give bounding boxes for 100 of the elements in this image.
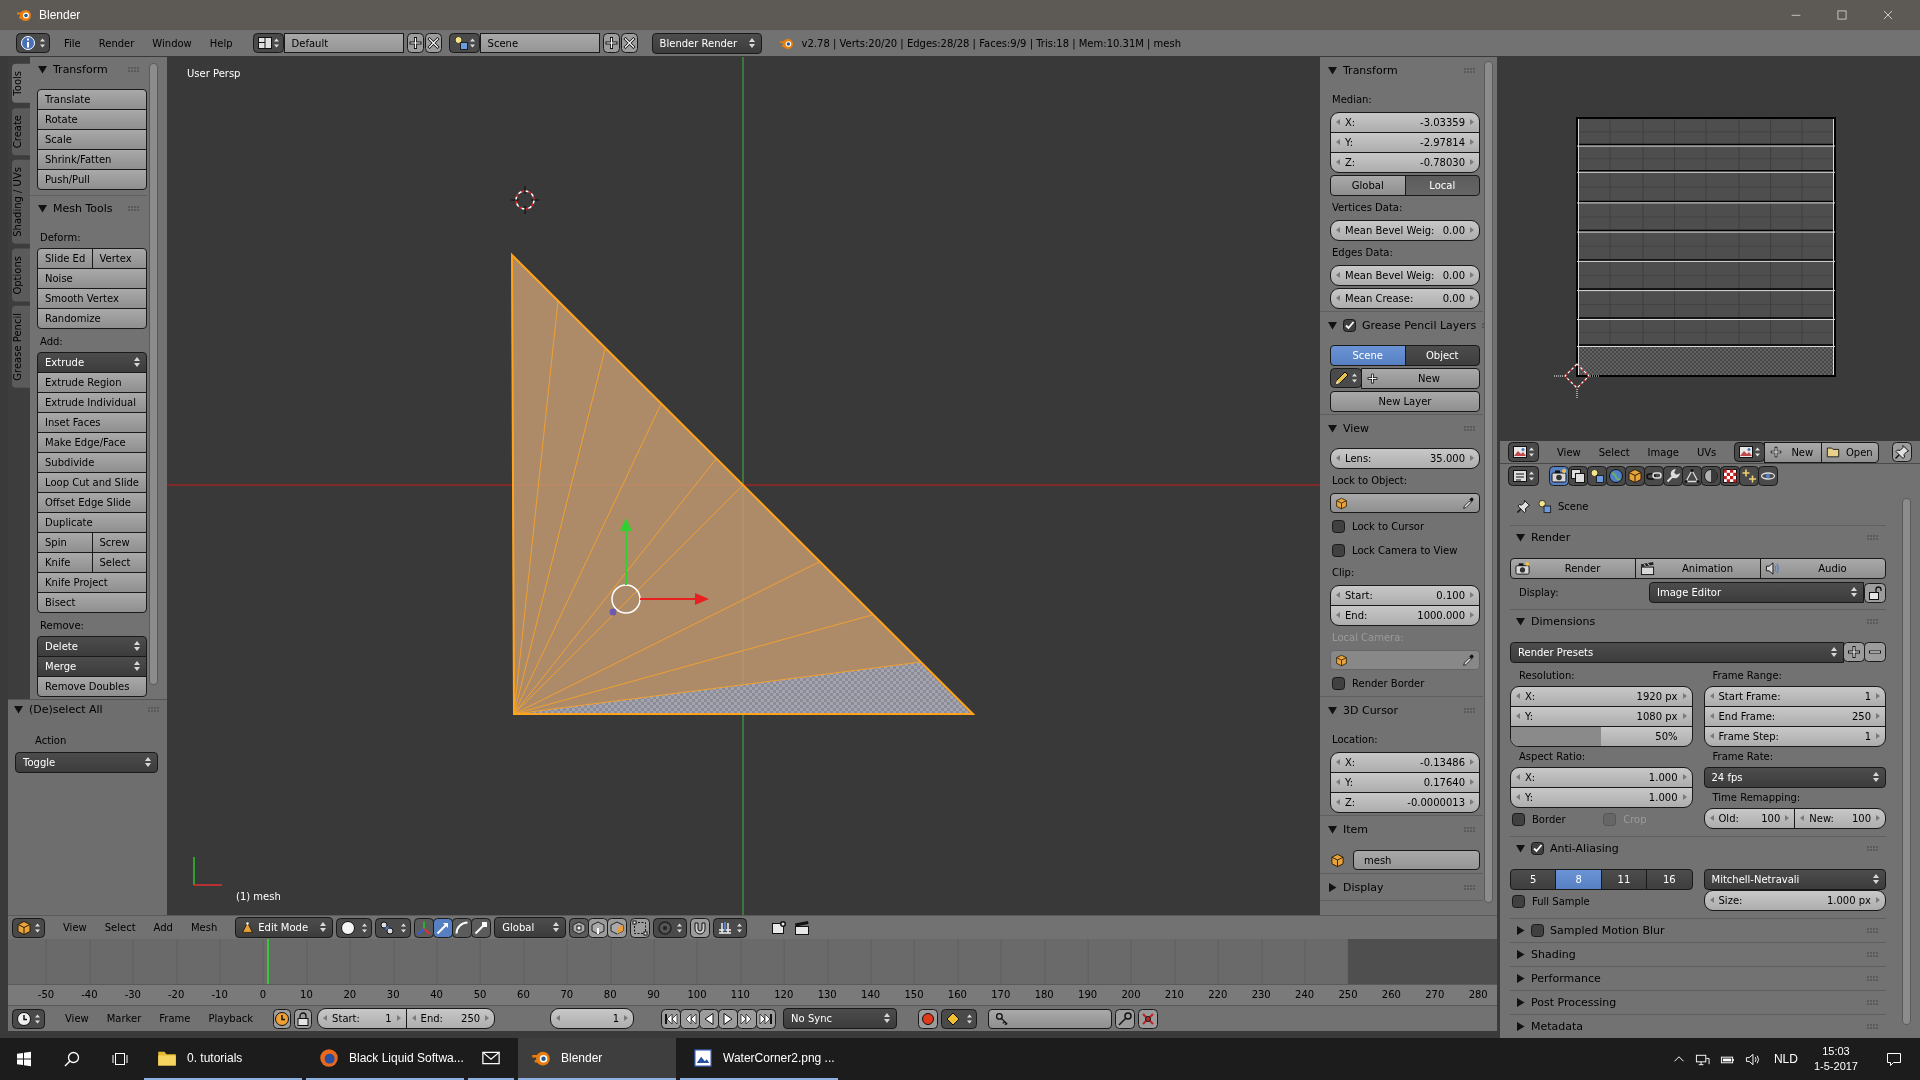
menu-item[interactable]: Window <box>143 37 201 49</box>
checkerboard-icon[interactable] <box>1720 466 1740 486</box>
disclosure-icon[interactable] <box>1516 974 1525 983</box>
editor-type-menu-icon[interactable] <box>12 1008 45 1029</box>
panel-title[interactable]: Render <box>1531 531 1571 544</box>
tool-button[interactable]: Translate <box>37 89 147 110</box>
scrollbar[interactable] <box>1902 498 1911 1025</box>
taskbar-button[interactable]: 0. tutorials <box>144 1038 302 1080</box>
tool-button[interactable]: Loop Cut and Slide <box>37 472 147 493</box>
tool-button[interactable]: Knife Project <box>37 572 147 593</box>
grid-snap-menu-icon[interactable] <box>713 917 748 938</box>
triangle-mesh-icon[interactable] <box>1682 466 1702 486</box>
pencil-menu-icon[interactable] <box>1330 368 1362 388</box>
layout-name-field[interactable]: Default <box>283 33 404 53</box>
number-field[interactable]: Frame Step: 1 <box>1703 726 1886 747</box>
clock-date[interactable]: 1-5-2017 <box>1813 1059 1858 1074</box>
disclosure-icon[interactable] <box>1516 998 1525 1007</box>
number-field[interactable]: Start Frame: 1 <box>1703 686 1886 707</box>
face-select-icon[interactable] <box>607 917 628 938</box>
disclosure-icon[interactable] <box>14 705 23 714</box>
timeline-track[interactable]: -50 -40 -30 -20 -10 0 10 20 30 40 50 60 70 80 90 100 110 120 130 140 150 160 170 180 190 200 210 220 230 240 250 260 270 280 <box>8 939 1497 1005</box>
add-icon[interactable] <box>406 33 424 53</box>
panel-title[interactable]: Grease Pencil Layers <box>1362 318 1477 332</box>
number-field[interactable]: Old: 100 <box>1703 808 1796 829</box>
number-field[interactable]: Y: 1.000 <box>1510 787 1693 808</box>
eyedropper-icon[interactable] <box>1462 496 1475 510</box>
disclosure-icon[interactable] <box>1328 705 1337 715</box>
grip-icon[interactable] <box>128 67 139 72</box>
notifications-icon[interactable] <box>1886 1051 1902 1067</box>
play-icon[interactable] <box>718 1008 739 1029</box>
disclosure-icon[interactable] <box>1328 320 1337 330</box>
magnet-icon[interactable] <box>690 917 711 938</box>
scrollbar[interactable] <box>149 63 158 685</box>
vertex-select-icon[interactable] <box>569 917 590 938</box>
keying-set-field[interactable] <box>988 1008 1113 1029</box>
jump-to-end-icon[interactable] <box>756 1008 777 1029</box>
percentage-slider[interactable]: 50% <box>1510 726 1693 747</box>
sync-dropdown[interactable]: No Sync <box>783 1008 898 1029</box>
menu-item[interactable]: Image <box>1638 446 1688 458</box>
new-layer-button[interactable]: New Layer <box>1330 391 1480 412</box>
number-field[interactable]: 1 <box>550 1008 635 1029</box>
maximize-icon[interactable] <box>1837 10 1847 20</box>
grip-icon[interactable] <box>1867 535 1878 540</box>
number-field[interactable]: X: -0.13486 <box>1330 752 1480 773</box>
grip-icon[interactable] <box>1464 826 1475 832</box>
disclosure-icon[interactable] <box>1516 844 1525 853</box>
grip-icon[interactable] <box>1464 67 1475 73</box>
number-field[interactable]: Y: 1080 px <box>1510 706 1693 727</box>
checkbox[interactable] <box>1343 318 1356 332</box>
editor-type-menu-icon[interactable] <box>1508 442 1539 462</box>
menu-item[interactable]: Mesh <box>181 922 227 933</box>
taskbar-button[interactable]: Blender <box>518 1038 676 1080</box>
toggle-button[interactable]: Local <box>1404 175 1480 196</box>
tool-button[interactable]: Extrude Region <box>37 372 147 393</box>
image-stack-icon[interactable] <box>1568 466 1588 486</box>
grip-icon[interactable] <box>1464 884 1475 890</box>
close-icon[interactable] <box>620 33 638 53</box>
audio-button[interactable]: Audio <box>1760 558 1886 579</box>
start-icon[interactable] <box>16 1051 32 1067</box>
grip-icon[interactable] <box>1867 976 1878 981</box>
scene-menu-icon[interactable] <box>448 33 480 53</box>
tool-button[interactable]: Push/Pull <box>37 169 147 190</box>
dropdown[interactable]: 24 fps <box>1703 767 1886 788</box>
sphere-menu-icon[interactable] <box>336 917 373 938</box>
radio-button[interactable]: 5 <box>1510 869 1557 890</box>
menu-item[interactable]: Add <box>144 922 182 933</box>
number-field[interactable]: Z: -0.78030 <box>1330 152 1480 173</box>
open-image-button[interactable]: Open <box>1821 441 1880 463</box>
panel-title[interactable]: Transform <box>1343 63 1398 77</box>
dropdown[interactable]: Mitchell-Netravali <box>1703 869 1886 890</box>
taskbar-button[interactable]: Black Liquid Softwa... <box>306 1038 464 1080</box>
number-field[interactable]: End Frame: 250 <box>1703 706 1886 727</box>
menu-item[interactable]: Frame <box>150 1013 200 1024</box>
clock-time[interactable]: 15:03 <box>1822 1044 1850 1059</box>
number-field[interactable]: Lens: 35.000 <box>1330 448 1480 469</box>
cube-icon[interactable] <box>1625 466 1645 486</box>
dropdown[interactable]: Toggle <box>15 752 158 773</box>
disclosure-icon[interactable] <box>1328 65 1337 75</box>
lock-icon[interactable] <box>294 1008 313 1029</box>
tool-button[interactable]: Knife <box>37 552 93 573</box>
sphere-icon[interactable] <box>1701 466 1721 486</box>
lock-icon[interactable] <box>1864 582 1886 603</box>
wrench-icon[interactable] <box>1663 466 1683 486</box>
menu-item[interactable]: UVs <box>1687 446 1726 458</box>
number-field[interactable]: Y: -2.97814 <box>1330 132 1480 153</box>
tool-button[interactable]: Subdivide <box>37 452 147 473</box>
scene-name-field[interactable]: Scene <box>479 33 600 53</box>
grip-icon[interactable] <box>1867 1024 1878 1029</box>
arc-icon[interactable] <box>452 917 473 938</box>
disclosure-icon[interactable] <box>1328 824 1337 834</box>
orientation-dropdown[interactable]: Global <box>494 917 567 938</box>
key-icon[interactable] <box>1115 1008 1136 1029</box>
number-field[interactable]: X: -3.03359 <box>1330 112 1480 133</box>
tool-button[interactable]: Duplicate <box>37 512 147 533</box>
disclosure-icon[interactable] <box>38 204 47 213</box>
new-layer-button[interactable]: New <box>1361 368 1480 389</box>
close-icon[interactable] <box>424 33 442 53</box>
globe-icon[interactable] <box>1606 466 1626 486</box>
rewind-icon[interactable] <box>680 1008 701 1029</box>
grip-icon[interactable] <box>1867 1000 1878 1005</box>
